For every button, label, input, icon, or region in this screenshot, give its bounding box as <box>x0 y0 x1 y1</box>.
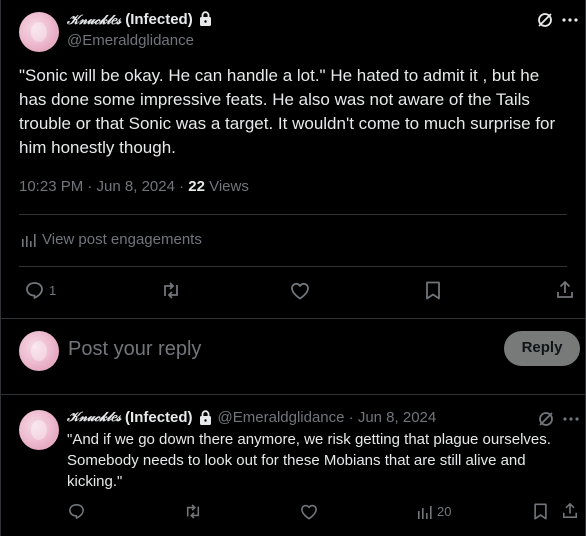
reply-author-name-styled[interactable]: 𝒦𝓃𝓊𝒸𝓀𝓁𝑒𝓈 <box>67 410 121 425</box>
composer-avatar[interactable] <box>19 331 59 371</box>
repost-icon[interactable] <box>184 504 202 519</box>
lock-icon <box>199 410 212 425</box>
lock-icon <box>199 11 212 26</box>
reply-views-count: 20 <box>437 504 452 519</box>
engagements-label: View post engagements <box>42 231 202 248</box>
author-name-suffix: (Infected) <box>125 11 193 28</box>
reply-action[interactable]: 1 <box>25 281 56 299</box>
bookmark-icon[interactable] <box>533 503 548 520</box>
post-timestamp[interactable]: 10:23 PM · Jun 8, 2024 · <box>19 178 188 195</box>
share-icon[interactable] <box>562 502 578 519</box>
like-icon[interactable] <box>290 282 310 300</box>
analytics-icon <box>417 505 432 519</box>
more-options-icon[interactable] <box>563 417 579 421</box>
repost-icon[interactable] <box>161 282 181 299</box>
post-thread: 𝒦𝓃𝓊𝒸𝓀𝓁𝑒𝓈 (Infected) @Emeraldglidance "So… <box>0 0 586 536</box>
divider <box>1 318 586 319</box>
post-text: "Sonic will be okay. He can handle a lot… <box>19 66 556 157</box>
reply-count: 1 <box>49 282 57 298</box>
divider <box>1 394 586 395</box>
reply-author-header: 𝒦𝓃𝓊𝒸𝓀𝓁𝑒𝓈 (Infected) @Emeraldglidance · J… <box>67 409 436 426</box>
views-action[interactable]: 20 <box>417 504 451 519</box>
grok-icon[interactable] <box>537 12 553 28</box>
views-count: 22 <box>188 178 205 195</box>
reply-icon[interactable] <box>68 503 85 519</box>
avatar[interactable] <box>19 12 59 52</box>
reply-author-suffix[interactable]: (Infected) <box>125 409 193 426</box>
author-name[interactable]: 𝒦𝓃𝓊𝒸𝓀𝓁𝑒𝓈 (Infected) <box>67 11 212 28</box>
bookmark-icon[interactable] <box>425 281 441 300</box>
reply-input[interactable]: Post your reply <box>68 338 201 361</box>
reply-button[interactable]: Reply <box>504 331 580 366</box>
reply-handle-date[interactable]: @Emeraldglidance · Jun 8, 2024 <box>218 409 437 426</box>
views-label: Views <box>204 178 249 195</box>
share-icon[interactable] <box>556 280 574 299</box>
reply-avatar[interactable] <box>19 410 59 450</box>
grok-icon[interactable] <box>538 411 554 427</box>
reply-text: "And if we go down there anymore, we ris… <box>67 431 551 490</box>
reply-icon <box>25 281 44 299</box>
view-engagements-link[interactable]: View post engagements <box>21 231 202 248</box>
post-meta: 10:23 PM · Jun 8, 2024 · 22 Views <box>19 178 249 195</box>
divider <box>19 266 567 267</box>
author-handle[interactable]: @Emeraldglidance <box>67 32 194 49</box>
analytics-icon <box>21 233 36 247</box>
divider <box>19 214 567 215</box>
more-options-icon[interactable] <box>562 18 578 22</box>
author-name-styled: 𝒦𝓃𝓊𝒸𝓀𝓁𝑒𝓈 <box>67 13 122 28</box>
like-icon[interactable] <box>300 504 318 520</box>
